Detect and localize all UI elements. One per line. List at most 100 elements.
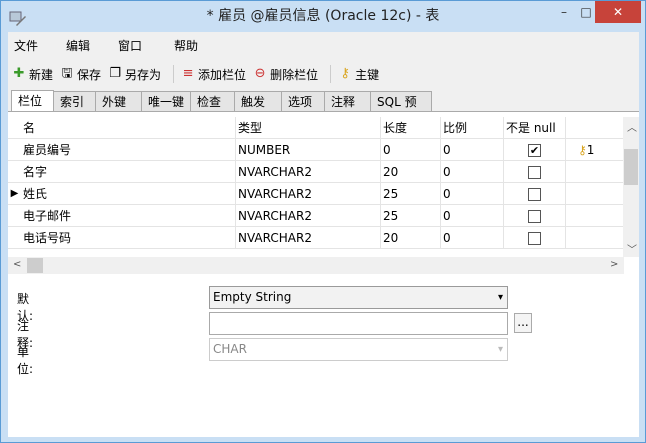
header-not-null[interactable]: 不是 null xyxy=(504,117,566,138)
current-row-indicator-icon: ▶ xyxy=(10,188,19,199)
chevron-down-icon: ▾ xyxy=(497,292,503,303)
not-null-checkbox[interactable] xyxy=(528,166,541,179)
header-name[interactable]: 名 xyxy=(21,117,236,138)
tab-sql-preview[interactable]: SQL 预览 xyxy=(371,91,432,129)
toolbar-separator xyxy=(173,65,175,83)
header-length[interactable]: 长度 xyxy=(381,117,441,138)
title-bar: * 雇员 @雇员信息 (Oracle 12c) - 表 – □ ✕ xyxy=(1,1,645,32)
add-column-icon: ≡ xyxy=(182,66,194,81)
scroll-down-icon[interactable]: ﹀ xyxy=(627,241,637,256)
comment-input[interactable] xyxy=(209,312,508,335)
cell-key xyxy=(566,227,621,248)
cell-type[interactable]: NVARCHAR2 xyxy=(236,205,381,226)
cell-type[interactable]: NVARCHAR2 xyxy=(236,183,381,204)
cell-length[interactable]: 25 xyxy=(381,183,441,204)
table-row[interactable]: 电话号码 NVARCHAR2 20 0 xyxy=(8,227,624,249)
tab-foreign-keys[interactable]: 外键 xyxy=(96,91,142,112)
save-button[interactable]: 🖫 保存 xyxy=(59,66,101,83)
cell-not-null xyxy=(504,161,566,182)
tab-options[interactable]: 选项 xyxy=(282,91,325,112)
not-null-checkbox[interactable] xyxy=(528,232,541,245)
tab-indexes[interactable]: 索引 xyxy=(54,91,96,112)
horizontal-scroll-thumb[interactable] xyxy=(27,258,43,273)
toolbar-separator xyxy=(330,65,332,83)
cell-scale[interactable]: 0 xyxy=(441,227,504,248)
scroll-up-icon[interactable]: ︿ xyxy=(627,119,637,134)
tab-comments[interactable]: 注释 xyxy=(325,91,371,112)
vertical-scrollbar[interactable]: ︿ ﹀ xyxy=(623,117,639,257)
cell-type[interactable]: NUMBER xyxy=(236,139,381,160)
scroll-right-icon[interactable]: > xyxy=(610,259,618,270)
cell-name[interactable]: 雇员编号 xyxy=(21,139,236,160)
table-row[interactable]: 名字 NVARCHAR2 20 0 xyxy=(8,161,624,183)
unit-label: 单位: xyxy=(17,345,34,376)
tab-checks[interactable]: 检查 xyxy=(191,91,235,112)
maximize-button[interactable]: □ xyxy=(576,3,596,23)
tab-bar: 栏位 索引 外键 唯一键 检查 触发器 选项 注释 SQL 预览 xyxy=(11,90,432,129)
tab-columns[interactable]: 栏位 xyxy=(11,90,54,112)
cell-length[interactable]: 20 xyxy=(381,227,441,248)
grid-header: 名 类型 长度 比例 不是 null xyxy=(8,117,624,139)
table-row[interactable]: 电子邮件 NVARCHAR2 25 0 xyxy=(8,205,624,227)
table-row[interactable]: ▶ 姓氏 NVARCHAR2 25 0 xyxy=(8,183,624,205)
row-indicator xyxy=(8,205,21,226)
vertical-scroll-thumb[interactable] xyxy=(624,149,638,185)
cell-name[interactable]: 名字 xyxy=(21,161,236,182)
header-key xyxy=(566,117,621,138)
minimize-button[interactable]: – xyxy=(554,3,574,23)
cell-type[interactable]: NVARCHAR2 xyxy=(236,161,381,182)
row-indicator xyxy=(8,227,21,248)
row-indicator xyxy=(8,139,21,160)
header-type[interactable]: 类型 xyxy=(236,117,381,138)
cell-scale[interactable]: 0 xyxy=(441,161,504,182)
save-as-icon: ❐ xyxy=(109,66,121,81)
not-null-checkbox[interactable]: ✔ xyxy=(528,144,541,157)
cell-name[interactable]: 电子邮件 xyxy=(21,205,236,226)
delete-column-icon: ⊖ xyxy=(254,66,266,81)
cell-not-null xyxy=(504,205,566,226)
delete-column-button[interactable]: ⊖ 删除栏位 xyxy=(252,66,318,83)
cell-key xyxy=(566,161,621,182)
cell-scale[interactable]: 0 xyxy=(441,183,504,204)
menu-window[interactable]: 窗口 xyxy=(112,37,168,55)
tab-triggers[interactable]: 触发器 xyxy=(235,91,282,129)
cell-length[interactable]: 20 xyxy=(381,161,441,182)
cell-name[interactable]: 电话号码 xyxy=(21,227,236,248)
menu-bar: 文件 编辑 窗口 帮助 xyxy=(8,37,220,55)
cell-not-null xyxy=(504,227,566,248)
menu-edit[interactable]: 编辑 xyxy=(60,37,112,55)
row-indicator xyxy=(8,161,21,182)
cell-length[interactable]: 25 xyxy=(381,205,441,226)
tab-unique-keys[interactable]: 唯一键 xyxy=(142,91,191,112)
menu-help[interactable]: 帮助 xyxy=(168,37,220,55)
new-button[interactable]: ✚ 新建 xyxy=(11,66,53,83)
columns-grid: 名 类型 长度 比例 不是 null 雇员编号 NUMBER 0 0 ✔ ⚷1 … xyxy=(8,117,624,249)
columns-panel: 名 类型 长度 比例 不是 null 雇员编号 NUMBER 0 0 ✔ ⚷1 … xyxy=(8,111,639,437)
cell-not-null: ✔ xyxy=(504,139,566,160)
unit-select: CHAR ▾ xyxy=(209,338,508,361)
cell-key: ⚷1 xyxy=(566,139,621,160)
save-icon: 🖫 xyxy=(61,66,73,81)
save-as-button[interactable]: ❐ 另存为 xyxy=(107,66,161,83)
cell-scale[interactable]: 0 xyxy=(441,205,504,226)
header-scale[interactable]: 比例 xyxy=(441,117,504,138)
default-select[interactable]: Empty String ▾ xyxy=(209,286,508,309)
cell-scale[interactable]: 0 xyxy=(441,139,504,160)
not-null-checkbox[interactable] xyxy=(528,210,541,223)
key-icon: ⚷ xyxy=(340,66,350,81)
close-button[interactable]: ✕ xyxy=(595,1,641,23)
scroll-left-icon[interactable]: < xyxy=(13,259,21,270)
cell-type[interactable]: NVARCHAR2 xyxy=(236,227,381,248)
cell-length[interactable]: 0 xyxy=(381,139,441,160)
not-null-checkbox[interactable] xyxy=(528,188,541,201)
chevron-down-icon: ▾ xyxy=(497,344,503,355)
cell-name[interactable]: 姓氏 xyxy=(21,183,236,204)
horizontal-scrollbar[interactable]: < > xyxy=(8,257,624,274)
add-column-button[interactable]: ≡ 添加栏位 xyxy=(180,66,246,83)
key-icon: ⚷ xyxy=(578,143,587,157)
comment-browse-button[interactable]: ... xyxy=(514,313,532,333)
primary-key-button[interactable]: ⚷ 主键 xyxy=(337,66,379,83)
table-row[interactable]: 雇员编号 NUMBER 0 0 ✔ ⚷1 xyxy=(8,139,624,161)
cell-key xyxy=(566,183,621,204)
menu-file[interactable]: 文件 xyxy=(8,37,60,55)
